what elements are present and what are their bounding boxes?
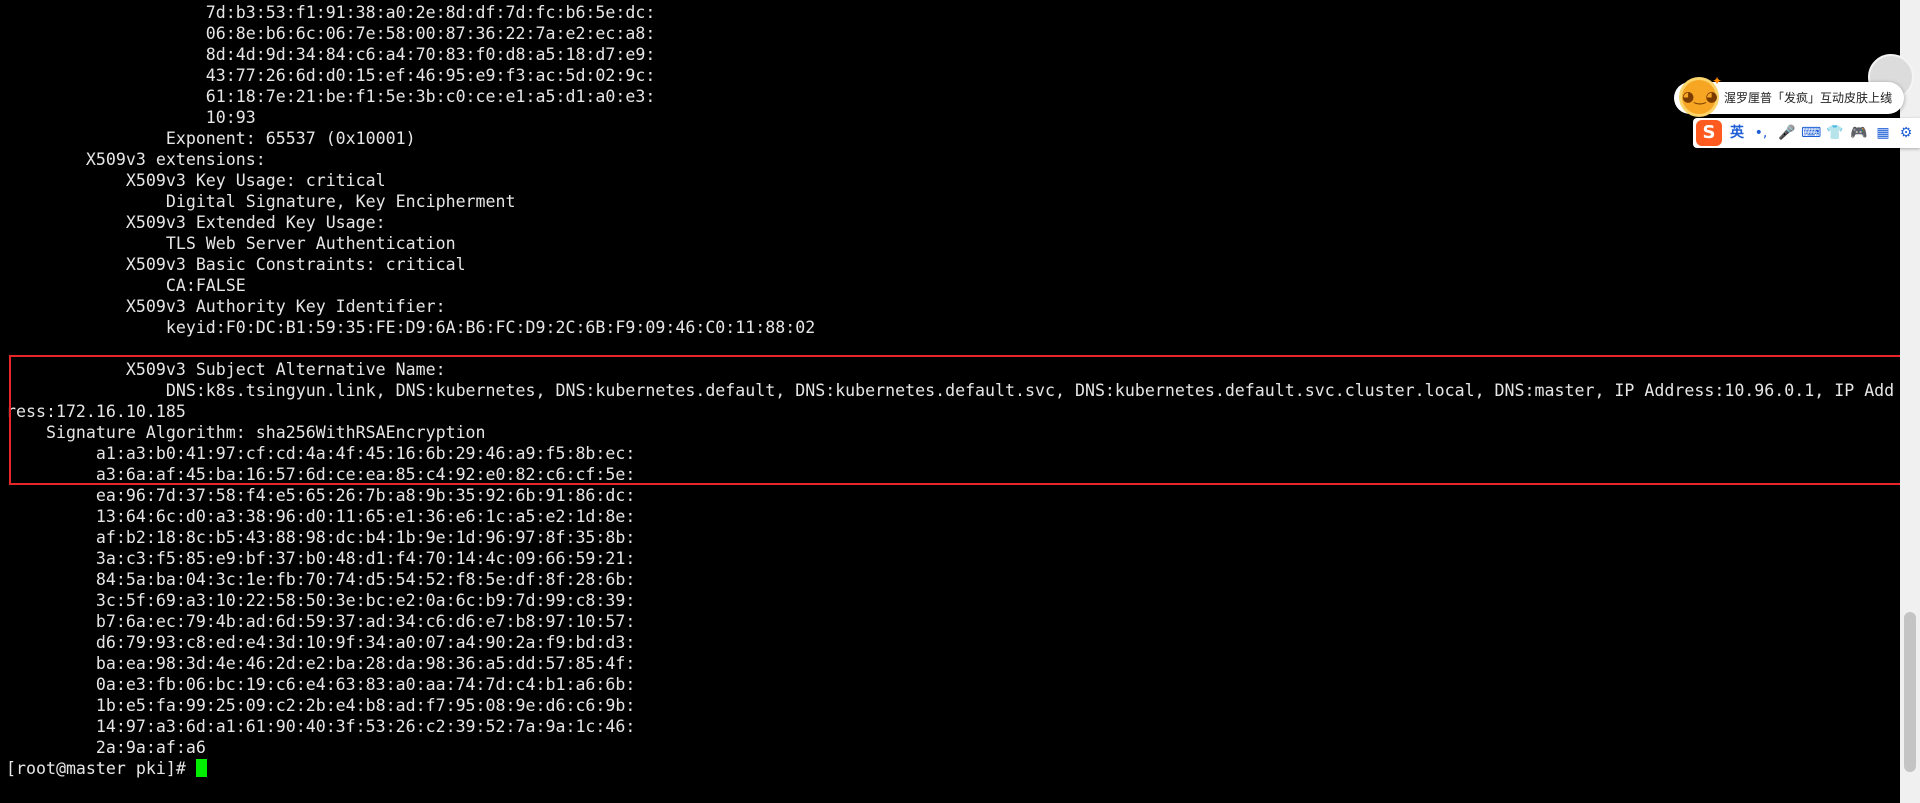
sun-mascot-icon: ◕‿◕: [1682, 80, 1718, 114]
ime-toolbar[interactable]: S 英 •, 🎤 ⌨ 👕 🎮 ▦ ⚙: [1693, 118, 1920, 148]
terminal-line: X509v3 extensions:: [6, 150, 266, 169]
terminal-line: 7d:b3:53:f1:91:38:a0:2e:8d:df:7d:fc:b6:5…: [6, 3, 656, 22]
terminal-line: X509v3 Authority Key Identifier:: [6, 297, 446, 316]
shell-prompt-line[interactable]: [root@master pki]#: [6, 758, 207, 779]
voice-icon[interactable]: 🎤: [1777, 122, 1797, 144]
sogou-logo-icon[interactable]: S: [1696, 120, 1722, 146]
keyboard-icon[interactable]: ⌨: [1801, 122, 1821, 144]
sparkle-icon: ✦: [1712, 74, 1723, 88]
terminal-line: TLS Web Server Authentication: [6, 234, 456, 253]
ime-notification[interactable]: ◕‿◕ ✦ 渥罗厘普「发疯」互动皮肤上线 ×: [1674, 74, 1904, 114]
terminal-line: Digital Signature, Key Encipherment: [6, 192, 516, 211]
shell-prompt: [root@master pki]#: [6, 759, 196, 778]
ime-notice-text[interactable]: 渥罗厘普「发疯」互动皮肤上线: [1724, 82, 1892, 114]
punctuation-toggle-button[interactable]: •,: [1751, 122, 1771, 144]
terminal-line: CA:FALSE: [6, 276, 246, 295]
settings-icon[interactable]: ⚙: [1896, 122, 1916, 144]
terminal-line: b7:6a:ec:79:4b:ad:6d:59:37:ad:34:c6:d6:e…: [6, 612, 636, 631]
language-toggle-button[interactable]: 英: [1726, 122, 1748, 144]
terminal-line: 84:5a:ba:04:3c:1e:fb:70:74:d5:54:52:f8:5…: [6, 570, 636, 589]
toolbox-icon[interactable]: ▦: [1873, 122, 1893, 144]
terminal-line: keyid:F0:DC:B1:59:35:FE:D9:6A:B6:FC:D9:2…: [6, 318, 816, 337]
terminal-line: ea:96:7d:37:58:f4:e5:65:26:7b:a8:9b:35:9…: [6, 486, 636, 505]
text-cursor: [195, 759, 207, 777]
terminal-line: 10:93: [6, 108, 256, 127]
terminal-line: 2a:9a:af:a6: [6, 738, 206, 757]
terminal-line: 3c:5f:69:a3:10:22:58:50:3e:bc:e2:0a:6c:b…: [6, 591, 636, 610]
terminal-line: 13:64:6c:d0:a3:38:96:d0:11:65:e1:36:e6:1…: [6, 507, 636, 526]
terminal-line: X509v3 Extended Key Usage:: [6, 213, 386, 232]
terminal-line: af:b2:18:8c:b5:43:88:98:dc:b4:1b:9e:1d:9…: [6, 528, 636, 547]
close-icon[interactable]: ×: [1882, 82, 1894, 114]
terminal-line: d6:79:93:c8:ed:e4:3d:10:9f:34:a0:07:a4:9…: [6, 633, 636, 652]
terminal-line: 1b:e5:fa:99:25:09:c2:2b:e4:b8:ad:f7:95:0…: [6, 696, 636, 715]
terminal-line: 06:8e:b6:6c:06:7e:58:00:87:36:22:7a:e2:e…: [6, 24, 656, 43]
terminal-line: 3a:c3:f5:85:e9:bf:37:b0:48:d1:f4:70:14:4…: [6, 549, 636, 568]
scrollbar-thumb[interactable]: [1904, 612, 1916, 772]
game-icon[interactable]: 🎮: [1849, 122, 1869, 144]
terminal-line: ba:ea:98:3d:4e:46:2d:e2:ba:28:da:98:36:a…: [6, 654, 636, 673]
highlight-annotation-box: [9, 355, 1903, 485]
terminal-line: X509v3 Basic Constraints: critical: [6, 255, 466, 274]
terminal-line: X509v3 Key Usage: critical: [6, 171, 386, 190]
terminal-line: 61:18:7e:21:be:f1:5e:3b:c0:ce:e1:a5:d1:a…: [6, 87, 656, 106]
terminal-line: 8d:4d:9d:34:84:c6:a4:70:83:f0:d8:a5:18:d…: [6, 45, 656, 64]
skin-icon[interactable]: 👕: [1825, 122, 1845, 144]
terminal-line: 43:77:26:6d:d0:15:ef:46:95:e9:f3:ac:5d:0…: [6, 66, 656, 85]
terminal-line: 0a:e3:fb:06:bc:19:c6:e4:63:83:a0:aa:74:7…: [6, 675, 636, 694]
terminal-line: 14:97:a3:6d:a1:61:90:40:3f:53:26:c2:39:5…: [6, 717, 636, 736]
terminal-line: Exponent: 65537 (0x10001): [6, 129, 416, 148]
